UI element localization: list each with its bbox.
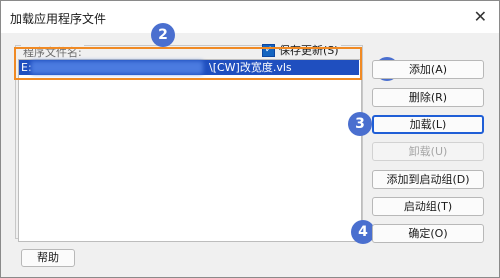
dialog-title: 加载应用程序文件 [10, 12, 107, 26]
annotation-badge-2: 2 [151, 23, 175, 47]
annotation-badge-3: 3 [348, 112, 372, 136]
add-to-startup-button[interactable]: 添加到启动组(D) [372, 170, 484, 189]
load-button[interactable]: 加载(L) [372, 115, 484, 134]
unload-button[interactable]: 卸载(U) [372, 142, 484, 161]
close-icon[interactable]: ✕ [474, 7, 487, 26]
file-list[interactable] [18, 59, 362, 242]
startup-group-button[interactable]: 启动组(T) [372, 197, 484, 216]
delete-button[interactable]: 删除(R) [372, 88, 484, 107]
title-bar: 加载应用程序文件 ✕ [1, 1, 499, 33]
ok-button[interactable]: 确定(O) [372, 224, 484, 243]
add-button[interactable]: 添加(A) [372, 60, 484, 79]
load-application-dialog: 加载应用程序文件 ✕ 程序文件名: ✓ 保存更新(S) E: \[CW]改宽度.… [0, 0, 500, 278]
annotation-highlight-box [14, 47, 362, 80]
help-button[interactable]: 帮助 [21, 249, 75, 267]
